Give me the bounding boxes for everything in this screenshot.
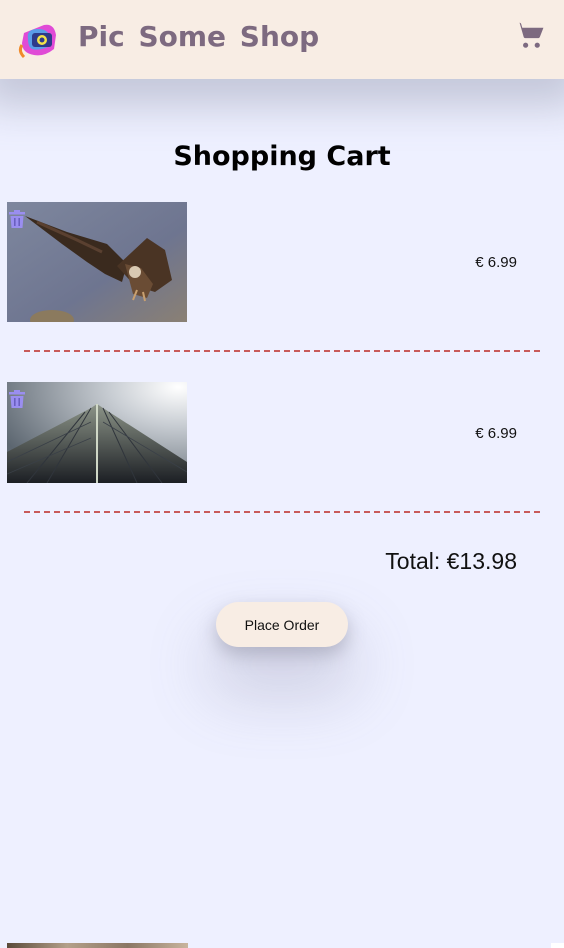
skyscraper-photo: [7, 382, 187, 483]
vulture-in-flight-photo: [7, 202, 187, 322]
trash-icon[interactable]: [6, 208, 28, 230]
divider: [24, 350, 540, 352]
cart-total: Total: €13.98: [385, 548, 517, 574]
item-price: € 6.99: [475, 425, 517, 442]
cart-item: € 6.99: [0, 382, 564, 483]
divider: [24, 511, 540, 513]
camera-logo-icon[interactable]: [14, 15, 60, 61]
app-header: Pic Some Shop: [0, 0, 564, 79]
item-price: € 6.99: [475, 254, 517, 271]
trash-icon[interactable]: [6, 388, 28, 410]
shopping-cart-icon[interactable]: [514, 20, 545, 51]
place-order-button[interactable]: Place Order: [216, 602, 348, 647]
brand-title[interactable]: Pic Some Shop: [78, 20, 319, 53]
gallery-image-peek-edge: [551, 943, 564, 948]
gallery-image-peek: [7, 943, 188, 948]
page-title: Shopping Cart: [173, 141, 391, 172]
cart-item: € 6.99: [0, 202, 564, 322]
